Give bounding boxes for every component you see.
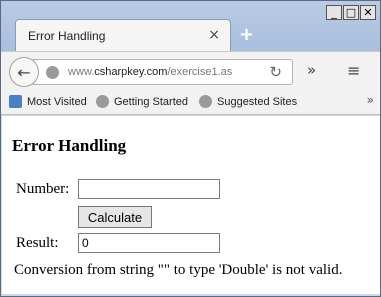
globe-icon — [96, 95, 109, 108]
navigation-bar: www.csharpkey.com/exercise1.as ↻ ← » ≡ — [1, 51, 380, 89]
page-content: Error Handling Number: Calculate Result:… — [2, 116, 380, 294]
url-domain: csharpkey.com — [94, 66, 168, 78]
browser-window: _ □ ✕ Error Handling × + www.csharpkey.c… — [0, 0, 381, 297]
result-label: Result: — [16, 235, 59, 251]
calculate-button[interactable]: Calculate — [78, 206, 152, 228]
back-button[interactable]: ← — [9, 57, 39, 87]
tab-close-icon[interactable]: × — [208, 27, 220, 43]
bookmark-label: Suggested Sites — [217, 95, 298, 108]
bookmark-star-icon — [9, 95, 22, 108]
hamburger-menu-icon[interactable]: ≡ — [347, 61, 360, 80]
bookmark-getting-started[interactable]: Getting Started — [96, 95, 188, 108]
window-controls: _ □ ✕ — [326, 5, 376, 20]
bookmarks-overflow-icon[interactable]: » — [367, 93, 374, 107]
url-path: /exercise1.as — [167, 66, 233, 78]
bookmark-label: Getting Started — [114, 95, 188, 108]
globe-icon — [199, 95, 212, 108]
reload-icon[interactable]: ↻ — [269, 63, 282, 81]
page-title: Error Handling — [12, 136, 127, 155]
toolbar-overflow-icon[interactable]: » — [307, 61, 316, 79]
site-identity-icon[interactable] — [46, 66, 59, 79]
maximize-button[interactable]: □ — [343, 5, 359, 20]
url-bar[interactable]: www.csharpkey.com/exercise1.as ↻ — [33, 59, 293, 85]
bookmark-suggested-sites[interactable]: Suggested Sites — [199, 95, 297, 108]
number-input[interactable] — [78, 179, 220, 199]
number-label: Number: — [16, 181, 70, 197]
tab-title: Error Handling — [28, 29, 106, 43]
tab-error-handling[interactable]: Error Handling × — [15, 19, 231, 53]
error-message: Conversion from string "" to type 'Doubl… — [14, 262, 343, 278]
back-arrow-icon: ← — [17, 62, 31, 82]
bookmark-label: Most Visited — [27, 95, 87, 108]
bookmarks-bar: Most Visited Getting Started Suggested S… — [1, 89, 380, 115]
bookmark-most-visited[interactable]: Most Visited — [9, 95, 87, 108]
url-prefix: www. — [68, 66, 95, 78]
result-input[interactable] — [78, 233, 220, 253]
title-bar: _ □ ✕ Error Handling × + — [1, 1, 380, 53]
minimize-button[interactable]: _ — [326, 5, 342, 20]
close-window-button[interactable]: ✕ — [360, 5, 376, 20]
url-text[interactable]: www.csharpkey.com/exercise1.as — [68, 66, 256, 78]
new-tab-icon[interactable]: + — [239, 24, 254, 45]
